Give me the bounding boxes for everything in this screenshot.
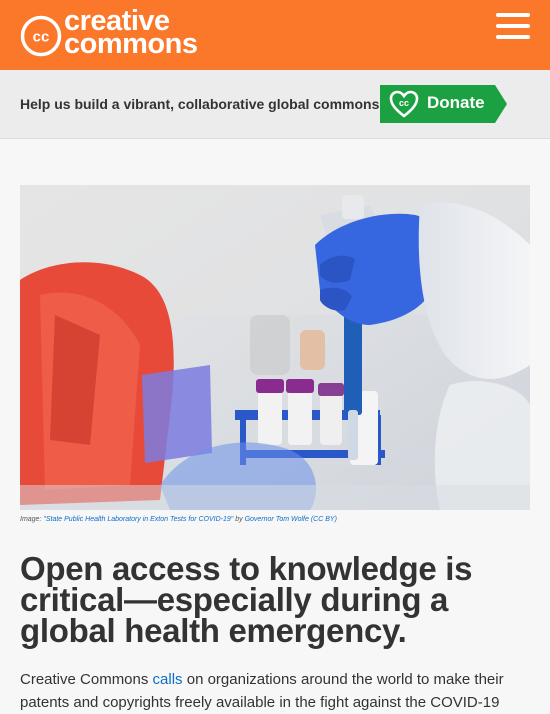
caption-prefix: Image: [20,516,44,523]
cc-heart-icon: cc [389,90,419,118]
donate-label: Donate [427,93,485,112]
creative-commons-logo[interactable]: cc creative commons [20,7,235,60]
lab-photo-illustration [20,185,530,510]
calls-link[interactable]: calls [153,671,183,688]
article-body: Creative Commons calls on organizations … [20,668,530,714]
article-headline: Open access to knowledge is critical—esp… [20,550,473,649]
hero-image [20,185,530,510]
logo-line-commons: commons [64,28,198,60]
cc-logo-icon: cc [20,15,62,57]
donate-button[interactable]: cc Donate [380,85,507,123]
banner-text: Help us build a vibrant, collaborative g… [20,96,380,112]
logo-wordmark: creative commons [64,7,198,60]
hamburger-menu-icon[interactable] [496,13,532,41]
caption-title-link[interactable]: "State Public Health Laboratory in Exton… [43,516,233,523]
caption-by: by [233,516,245,523]
image-caption: Image: "State Public Health Laboratory i… [20,516,337,523]
svg-text:cc: cc [399,98,409,108]
site-header: cc creative commons [0,0,550,70]
body-prefix: Creative Commons [20,671,153,688]
caption-author-link[interactable]: Governor Tom Wolfe (CC BY) [245,516,337,523]
svg-text:cc: cc [33,29,50,46]
